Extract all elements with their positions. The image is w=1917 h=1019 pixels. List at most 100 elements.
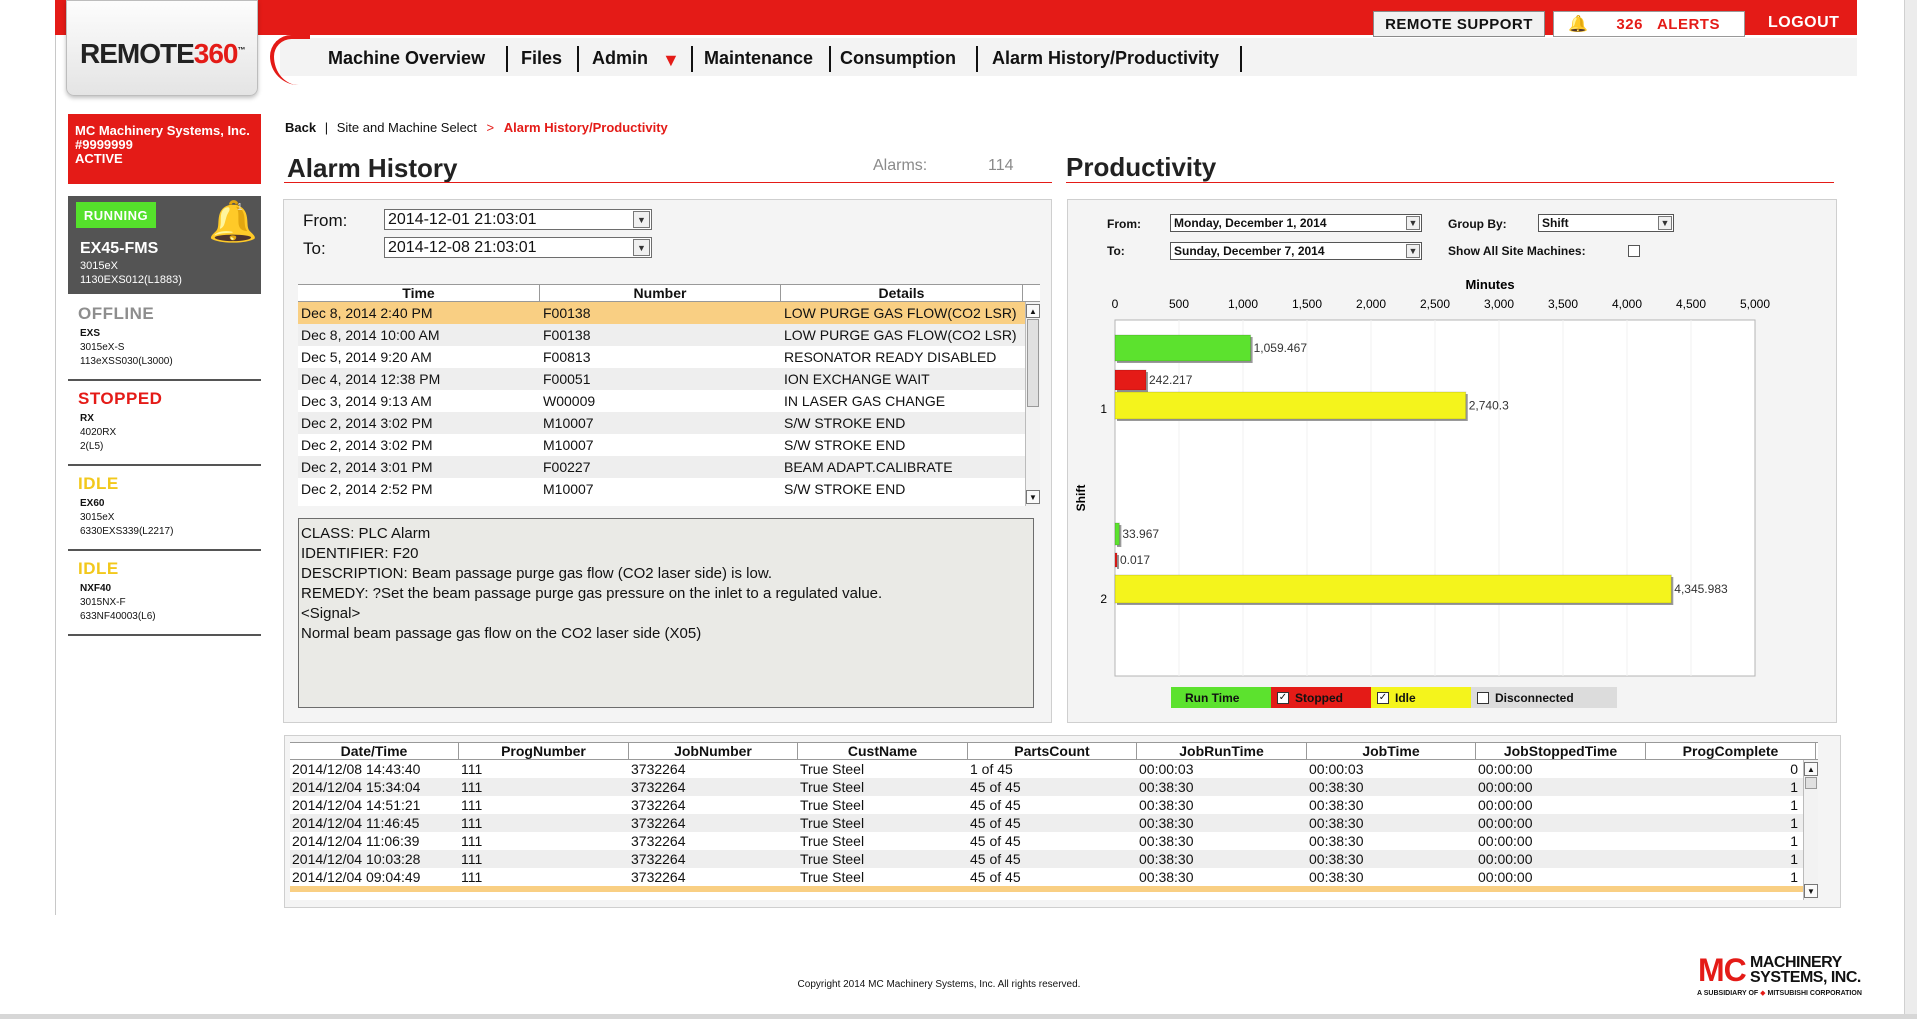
chevron-down-icon[interactable]: ▼ bbox=[1658, 216, 1672, 230]
table-cell: 00:00:03 bbox=[1309, 761, 1364, 777]
table-row[interactable]: Dec 5, 2014 9:20 AM F00813 RESONATOR READY… bbox=[298, 346, 1040, 368]
column-header[interactable]: Time bbox=[298, 285, 540, 301]
column-header[interactable]: JobNumber bbox=[629, 743, 798, 759]
checkbox-icon[interactable]: ✓ bbox=[1277, 691, 1289, 704]
legend-disconnected[interactable]: Disconnected bbox=[1471, 687, 1617, 708]
back-link[interactable]: Back bbox=[285, 120, 316, 135]
show-all-checkbox[interactable] bbox=[1628, 245, 1640, 257]
legend-label: Idle bbox=[1395, 690, 1416, 705]
admin-dropdown-icon[interactable]: ▼ bbox=[662, 50, 680, 71]
alarm-to-select[interactable]: 2014-12-08 21:03:01 ▼ bbox=[384, 237, 652, 258]
machine-status: IDLE bbox=[78, 559, 119, 578]
chevron-down-icon[interactable]: ▼ bbox=[633, 211, 650, 228]
remote-support-button[interactable]: REMOTE SUPPORT bbox=[1373, 11, 1545, 37]
machine-card-stopped[interactable]: STOPPED RX 4020RX 2(L5) bbox=[68, 381, 261, 466]
table-cell: 00:38:30 bbox=[1139, 869, 1194, 885]
alarm-from-select[interactable]: 2014-12-01 21:03:01 ▼ bbox=[384, 209, 652, 230]
scroll-thumb[interactable] bbox=[1805, 777, 1817, 789]
chevron-down-icon[interactable]: ▼ bbox=[1406, 244, 1420, 258]
table-cell: True Steel bbox=[800, 797, 865, 813]
table-cell: 2014/12/08 14:43:40 bbox=[292, 761, 421, 777]
table-cell: 3732264 bbox=[631, 815, 686, 831]
column-header[interactable]: JobStoppedTime bbox=[1476, 743, 1646, 759]
nav-consumption[interactable]: Consumption bbox=[840, 48, 956, 69]
checkbox-icon[interactable]: ✓ bbox=[1377, 691, 1389, 704]
jobs-scrollbar[interactable]: ▲ ▼ bbox=[1803, 760, 1818, 900]
legend-idle[interactable]: ✓ Idle bbox=[1371, 687, 1471, 708]
machine-card-idle[interactable]: IDLE EX60 3015eX 6330EXS339(L2217) bbox=[68, 466, 261, 551]
scroll-up-icon[interactable]: ▲ bbox=[1804, 762, 1818, 776]
machine-card-running[interactable]: RUNNING 🔔 1 EX45-FMS 3015eX 1130EXS012(L… bbox=[68, 196, 261, 294]
table-cell: 1 bbox=[1790, 851, 1798, 867]
column-header[interactable]: CustName bbox=[798, 743, 968, 759]
table-row[interactable]: 2014/12/04 09:04:49 111 3732264 True Steel 4… bbox=[290, 868, 1818, 886]
scroll-thumb[interactable] bbox=[1027, 319, 1039, 407]
table-cell: S/W STROKE END bbox=[784, 415, 906, 431]
bell-icon[interactable]: 🔔 bbox=[208, 198, 258, 245]
column-header[interactable]: ProgNumber bbox=[459, 743, 629, 759]
column-header[interactable]: PartsCount bbox=[968, 743, 1137, 759]
column-header[interactable]: Details bbox=[781, 285, 1023, 301]
alarm-scrollbar[interactable]: ▲ ▼ bbox=[1025, 302, 1040, 506]
prod-from-select[interactable]: Monday, December 1, 2014 ▼ bbox=[1170, 214, 1422, 232]
table-row[interactable]: 2014/12/08 14:43:40 111 3732264 True Steel 1… bbox=[290, 760, 1818, 778]
nav-files[interactable]: Files bbox=[521, 48, 562, 69]
nav-separator bbox=[691, 46, 693, 72]
table-cell: 00:38:30 bbox=[1309, 815, 1364, 831]
checkbox-icon[interactable] bbox=[1477, 691, 1489, 704]
scroll-down-icon[interactable]: ▼ bbox=[1026, 490, 1040, 504]
alerts-button[interactable]: 🔔 326 ALERTS bbox=[1553, 11, 1745, 37]
table-row[interactable]: Dec 8, 2014 10:00 AM F00138 LOW PURGE GAS … bbox=[298, 324, 1040, 346]
chevron-down-icon[interactable]: ▼ bbox=[633, 239, 650, 256]
table-row[interactable]: Dec 8, 2014 2:40 PM F00138 LOW PURGE GAS F… bbox=[298, 302, 1040, 324]
table-cell: 45 of 45 bbox=[970, 851, 1021, 867]
mc-line2: SYSTEMS, INC. bbox=[1750, 969, 1861, 986]
page-scrollbar[interactable] bbox=[1904, 0, 1917, 1019]
table-cell: 111 bbox=[461, 797, 483, 813]
table-row[interactable]: Dec 2, 2014 3:02 PM M10007 S/W STROKE END bbox=[298, 434, 1040, 456]
mc-sub-text: A SUBSIDIARY OF bbox=[1697, 990, 1759, 997]
table-row[interactable]: Dec 2, 2014 3:02 PM M10007 S/W STROKE END bbox=[298, 412, 1040, 434]
prod-from-label: From: bbox=[1107, 217, 1141, 231]
breadcrumb-separator: | bbox=[324, 120, 329, 135]
table-cell: 1 bbox=[1790, 833, 1798, 849]
column-header[interactable]: Number bbox=[540, 285, 781, 301]
table-row[interactable]: Dec 4, 2014 12:38 PM F00051 ION EXCHANGE W… bbox=[298, 368, 1040, 390]
column-header[interactable]: ProgComplete bbox=[1646, 743, 1816, 759]
column-header[interactable]: Date/Time bbox=[290, 743, 459, 759]
prod-to-select[interactable]: Sunday, December 7, 2014 ▼ bbox=[1170, 242, 1422, 260]
site-info[interactable]: MC Machinery Systems, Inc. #9999999 ACTI… bbox=[68, 114, 261, 184]
nav-maintenance[interactable]: Maintenance bbox=[704, 48, 813, 69]
scroll-down-icon[interactable]: ▼ bbox=[1804, 884, 1818, 898]
bar-value-label: 0.017 bbox=[1120, 553, 1150, 567]
legend-stopped[interactable]: ✓ Stopped bbox=[1271, 687, 1371, 708]
nav-separator bbox=[1240, 46, 1242, 72]
table-row[interactable]: Dec 2, 2014 2:52 PM M10007 S/W STROKE END bbox=[298, 478, 1040, 500]
table-cell: 00:38:30 bbox=[1139, 779, 1194, 795]
machine-card-offline[interactable]: OFFLINE EXS 3015eX-S 113eXSS030(L3000) bbox=[68, 296, 261, 381]
machine-card-idle[interactable]: IDLE NXF40 3015NX-F 633NF40003(L6) bbox=[68, 551, 261, 636]
table-row[interactable]: Dec 3, 2014 9:13 AM W00009 IN LASER GAS CH… bbox=[298, 390, 1040, 412]
group-by-select[interactable]: Shift ▼ bbox=[1538, 214, 1674, 232]
column-header[interactable]: JobTime bbox=[1307, 743, 1476, 759]
nav-machine-overview[interactable]: Machine Overview bbox=[328, 48, 485, 69]
table-row[interactable]: 2014/12/04 10:03:28 111 3732264 True Steel 4… bbox=[290, 850, 1818, 868]
logout-link[interactable]: LOGOUT bbox=[1768, 14, 1839, 32]
nav-admin[interactable]: Admin bbox=[592, 48, 648, 69]
table-row-selected-partial[interactable] bbox=[290, 886, 1818, 892]
column-header[interactable]: JobRunTime bbox=[1137, 743, 1307, 759]
machine-line1: 4020RX bbox=[80, 427, 117, 438]
table-row[interactable]: 2014/12/04 11:06:39 111 3732264 True Steel 4… bbox=[290, 832, 1818, 850]
table-row[interactable]: Dec 2, 2014 3:01 PM F00227 BEAM ADAPT.CALI… bbox=[298, 456, 1040, 478]
breadcrumb-site-link[interactable]: Site and Machine Select bbox=[337, 120, 477, 135]
legend-run-time[interactable]: Run Time bbox=[1171, 687, 1271, 708]
nav-separator bbox=[577, 46, 579, 72]
table-row[interactable]: 2014/12/04 15:34:04 111 3732264 True Steel 4… bbox=[290, 778, 1818, 796]
scroll-up-icon[interactable]: ▲ bbox=[1026, 304, 1040, 318]
table-row[interactable]: 2014/12/04 11:46:45 111 3732264 True Steel 4… bbox=[290, 814, 1818, 832]
table-cell: 00:00:00 bbox=[1478, 797, 1533, 813]
nav-alarm-history-productivity[interactable]: Alarm History/Productivity bbox=[992, 48, 1219, 69]
x-tick-label: 500 bbox=[1169, 297, 1189, 311]
table-row[interactable]: 2014/12/04 14:51:21 111 3732264 True Steel 4… bbox=[290, 796, 1818, 814]
chevron-down-icon[interactable]: ▼ bbox=[1406, 216, 1420, 230]
